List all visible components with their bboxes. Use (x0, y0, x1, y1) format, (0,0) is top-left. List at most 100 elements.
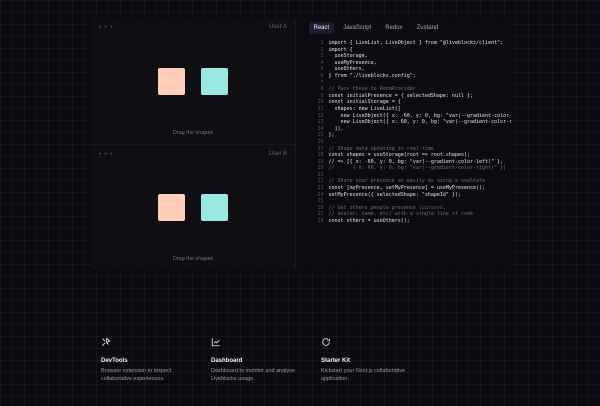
user-a-pane: • • • User A Drag the shapes (91, 18, 295, 144)
code-line: 26 // Get others people presence (cursors… (312, 205, 511, 212)
code-line: 5 useOthers, (312, 66, 511, 73)
line-number: 24 (317, 191, 324, 198)
features-row: DevTools Browser extension to inspect co… (101, 334, 431, 383)
line-number: 16 (317, 138, 324, 145)
code-line: 17 // Shape data updating in real-time (312, 146, 511, 153)
line-number: 21 (317, 171, 324, 178)
code-line: 12 new LiveObject({ x: -60, y: 0, bg: "v… (312, 113, 511, 120)
code-text: // Get others people presence (cursors, (328, 204, 446, 211)
shape-peach[interactable] (158, 68, 185, 95)
code-line: 9 const initialPresence = { selectedShape… (312, 93, 511, 100)
demo-stage: • • • User A Drag the shapes • • • User … (91, 18, 511, 270)
window-dots: • • • (99, 25, 114, 31)
code-line: 25 (312, 198, 511, 205)
line-number: 1 (320, 40, 324, 46)
code-text: // => [{ x: -60, y: 0, bg: "var(--gradie… (328, 158, 504, 165)
line-number: 28 (317, 218, 324, 225)
code-text: setMyPresence({ selectedShape: "shapeId"… (328, 191, 461, 198)
code-text: // Shape data updating in real-time (328, 145, 434, 152)
code-text: new LiveObject({ x: -60, y: 0, bg: "var(… (328, 112, 511, 119)
feature-title: DevTools (101, 358, 128, 364)
code-text: useOthers, (328, 66, 365, 73)
line-number: 10 (317, 99, 324, 106)
code-line: 11 shapes: new LiveList([ (312, 106, 511, 113)
shape-cyan[interactable] (201, 194, 228, 221)
code-line: 16 (312, 139, 511, 146)
tools-icon (101, 337, 111, 347)
line-number: 26 (317, 204, 324, 211)
line-number: 13 (317, 119, 324, 126)
feature-title: Starter Kit (321, 358, 351, 364)
line-number: 27 (317, 211, 324, 218)
feature-dashboard[interactable]: Dashboard Dashboard to monitor and analy… (211, 334, 321, 383)
line-number: 19 (317, 158, 324, 165)
code-line: 18 const shapes = useStorage(root => root… (312, 152, 511, 159)
code-line: 10 const initialStorage = { (312, 99, 511, 106)
line-number: 15 (317, 132, 324, 139)
drag-hint: Drag the shapes (172, 256, 214, 262)
code-text: // Share your presence as easily as usin… (328, 178, 486, 185)
code-line: 23 const [myPresence, setMyPresence] = us… (312, 185, 511, 192)
code-text: // avatar, name, etc) with a single line… (328, 211, 474, 218)
code-text: useMyPresence, (328, 59, 377, 66)
code-line: 2 import { (312, 47, 511, 54)
code-text: // Pass these to RoomProvider (328, 86, 416, 93)
feature-starter-kit[interactable]: Starter Kit Kickstart your Next.js colla… (321, 334, 431, 383)
feature-desc: Browser extension to inspect collaborati… (101, 368, 172, 382)
tab-zustand[interactable]: Zustand (412, 22, 444, 34)
code-line: 4 useMyPresence, (312, 60, 511, 67)
code-text: const [myPresence, setMyPresence] = useM… (328, 185, 486, 192)
line-number: 3 (320, 53, 324, 60)
live-demo-panel: • • • User A Drag the shapes • • • User … (91, 18, 296, 270)
line-number: 18 (317, 152, 324, 159)
feature-title: Dashboard (211, 358, 243, 364)
code-line: 7 (312, 80, 511, 87)
code-line: 19 // => [{ x: -60, y: 0, bg: "var(--grad… (312, 159, 511, 166)
line-number: 23 (317, 185, 324, 192)
code-text: ]), (328, 125, 344, 132)
line-number: 5 (320, 66, 324, 73)
code-panel: React JavaScript Redux Zustand 1 import {… (295, 18, 511, 270)
code-line: 1 import { LiveList, LiveObject } from "@… (312, 40, 511, 47)
code-text: // { x: 60, y: 0, bg: "var(--gradient-co… (328, 165, 507, 172)
code-line: 28 const others = useOthers(); (312, 218, 511, 225)
feature-devtools[interactable]: DevTools Browser extension to inspect co… (101, 334, 211, 383)
line-number: 12 (317, 112, 324, 119)
code-line: 6 } from "./liveblocks.config"; (312, 73, 511, 80)
code-text: const initialStorage = { (328, 99, 401, 106)
line-number: 25 (317, 198, 324, 205)
shape-peach[interactable] (158, 194, 185, 221)
code-text: new LiveObject({ x: 60, y: 0, bg: "var(-… (328, 119, 511, 126)
line-number: 17 (317, 145, 324, 152)
code-line: 21 (312, 172, 511, 179)
code-text: const shapes = useStorage(root => root.s… (328, 152, 470, 159)
drag-hint: Drag the shapes (172, 130, 214, 136)
line-number: 2 (320, 46, 324, 53)
refresh-icon (322, 338, 330, 346)
tab-javascript[interactable]: JavaScript (338, 22, 376, 34)
tab-redux[interactable]: Redux (380, 22, 407, 34)
line-number: 14 (317, 125, 324, 132)
line-number: 11 (317, 105, 324, 112)
code-line: 15}; (312, 132, 511, 139)
code-line: 14 ]), (312, 126, 511, 133)
line-number: 20 (317, 165, 324, 172)
tab-react[interactable]: React (308, 22, 335, 34)
code-text: import { LiveList, LiveObject } from "@l… (328, 40, 504, 46)
user-b-label: User B (268, 151, 287, 157)
code-line: 13 new LiveObject({ x: 60, y: 0, bg: "va… (312, 119, 511, 126)
code-text: useStorage, (328, 53, 368, 60)
code-text: const others = useOthers(); (328, 218, 410, 225)
line-number: 7 (320, 79, 324, 86)
line-number: 22 (317, 178, 324, 185)
code-text: const initialPresence = { selectedShape:… (328, 92, 474, 99)
line-number: 6 (320, 72, 324, 79)
code-line: 20 // { x: 60, y: 0, bg: "var(--gradient-… (312, 165, 511, 172)
code-text: } from "./liveblocks.config"; (328, 72, 416, 79)
code-text: import { (328, 46, 353, 53)
code-text: }; (328, 132, 335, 139)
line-number: 8 (320, 86, 324, 93)
code-line: 27 // avatar, name, etc) with a single li… (312, 211, 511, 218)
shape-cyan[interactable] (201, 68, 228, 95)
chart-line-icon (211, 338, 220, 347)
